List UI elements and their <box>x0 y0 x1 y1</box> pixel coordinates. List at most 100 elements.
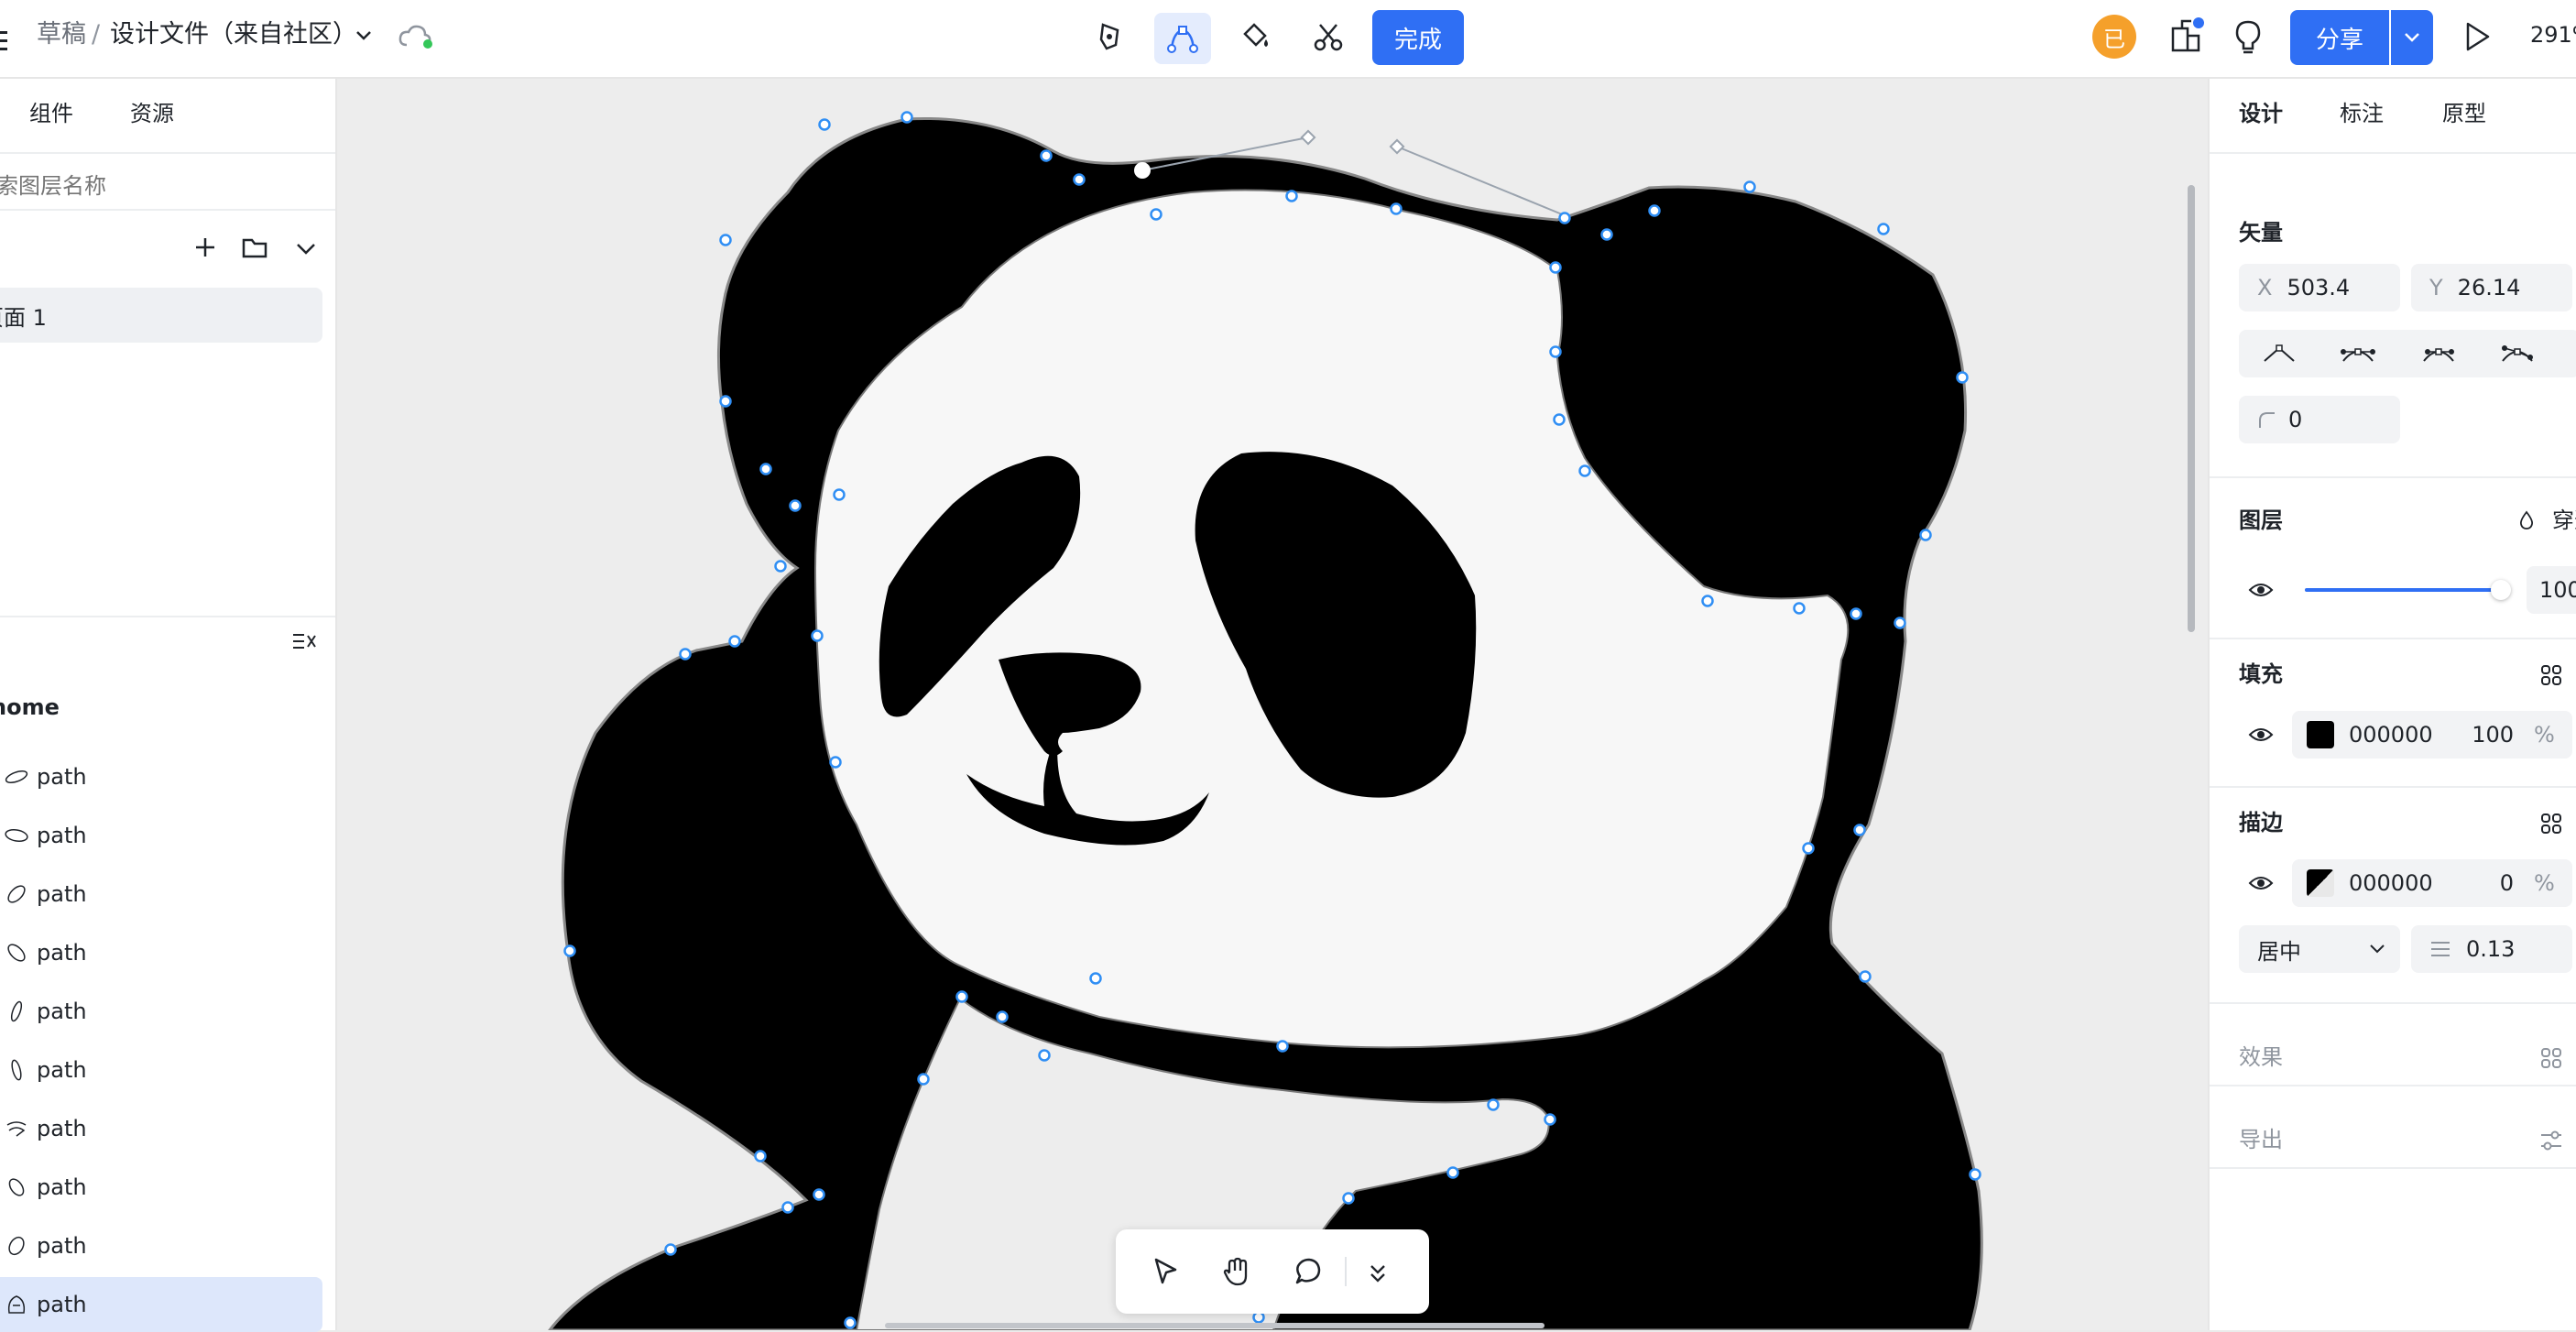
anchor-point[interactable] <box>1894 617 1906 629</box>
anchor-point[interactable] <box>1600 228 1613 241</box>
lightbulb-icon[interactable] <box>2228 16 2268 57</box>
anchor-point[interactable] <box>1956 371 1969 384</box>
anchor-point[interactable] <box>1285 190 1298 202</box>
anchor-point[interactable] <box>1549 261 1562 274</box>
effects-grid-icon[interactable] <box>2538 1044 2565 1072</box>
mirrored-node-icon[interactable] <box>2336 337 2380 370</box>
straight-node-icon[interactable] <box>2257 337 2301 370</box>
canvas[interactable] <box>337 79 2208 1330</box>
fill-style-grid-icon[interactable] <box>2538 661 2565 689</box>
layer-row[interactable]: path <box>0 1043 322 1097</box>
anchor-point[interactable] <box>728 635 741 648</box>
stroke-style-grid-icon[interactable] <box>2538 810 2565 837</box>
layer-row[interactable]: path <box>0 749 322 804</box>
anchor-point[interactable] <box>1919 529 1932 541</box>
anchor-point[interactable] <box>1150 208 1162 221</box>
export-settings-icon[interactable] <box>2538 1127 2565 1154</box>
layer-row-selected[interactable]: path <box>0 1277 322 1332</box>
anchor-point[interactable] <box>901 111 913 124</box>
share-button[interactable]: 分享 <box>2290 10 2389 65</box>
anchor-point[interactable] <box>1701 595 1714 607</box>
anchor-point[interactable] <box>1038 1049 1051 1062</box>
anchor-point[interactable] <box>818 118 831 131</box>
selected-anchor-point[interactable] <box>1134 162 1151 179</box>
anchor-point[interactable] <box>1276 1040 1289 1053</box>
anchor-point[interactable] <box>1342 1192 1355 1205</box>
anchor-point[interactable] <box>1578 464 1591 477</box>
layer-group[interactable]: home <box>0 680 322 735</box>
stroke-align-select[interactable]: 居中 <box>2239 925 2400 973</box>
anchor-point[interactable] <box>1252 1311 1265 1324</box>
layer-row[interactable]: path <box>0 1101 322 1156</box>
anchor-point[interactable] <box>774 560 787 573</box>
breadcrumb-root[interactable]: 草稿 <box>37 18 86 51</box>
anchor-point[interactable] <box>1089 972 1102 985</box>
collapse-pages-chevron-icon[interactable] <box>291 235 321 264</box>
fill-color-swatch[interactable] <box>2307 721 2334 748</box>
anchor-point[interactable] <box>781 1201 794 1214</box>
pen-tool-icon[interactable] <box>1090 16 1130 57</box>
anchor-point[interactable] <box>664 1243 677 1256</box>
opacity-field[interactable]: 100% <box>2527 566 2576 614</box>
file-title[interactable]: 设计文件（来自社区） <box>110 18 357 51</box>
anchor-point[interactable] <box>1487 1098 1500 1111</box>
blend-mode-value[interactable]: 穿透 <box>2552 506 2576 535</box>
hand-tool-icon[interactable] <box>1217 1251 1257 1292</box>
zoom-level[interactable]: 291% <box>2530 18 2576 51</box>
anchor-point[interactable] <box>1969 1168 1981 1181</box>
add-page-icon[interactable] <box>191 233 220 262</box>
layer-row[interactable]: path <box>0 984 322 1039</box>
anchor-point[interactable] <box>1793 602 1806 615</box>
anchor-point[interactable] <box>1877 223 1890 235</box>
vertical-scrollbar[interactable] <box>2188 185 2195 632</box>
anchor-point[interactable] <box>563 944 576 957</box>
tab-prototype[interactable]: 原型 <box>2442 99 2486 128</box>
layer-row[interactable]: path <box>0 808 322 863</box>
layer-row[interactable]: path <box>0 925 322 980</box>
anchor-point[interactable] <box>1850 607 1862 620</box>
anchor-point[interactable] <box>917 1073 930 1086</box>
stroke-width-field[interactable]: 0.13 <box>2411 925 2572 973</box>
eye-icon[interactable] <box>2244 870 2277 896</box>
stroke-color-swatch[interactable] <box>2307 869 2334 897</box>
page-item[interactable]: 页面 1 <box>0 288 322 343</box>
anchor-point[interactable] <box>789 499 802 512</box>
eye-icon[interactable] <box>2244 577 2277 603</box>
more-tools-chevron-icon[interactable] <box>1359 1255 1396 1292</box>
bezier-handle-point[interactable] <box>1389 138 1405 155</box>
avatar[interactable]: 已 <box>2092 15 2136 59</box>
anchor-point[interactable] <box>759 463 772 475</box>
done-button[interactable]: 完成 <box>1372 10 1464 65</box>
tab-assets[interactable]: 资源 <box>130 99 174 128</box>
play-icon[interactable] <box>2459 18 2495 55</box>
anchor-point[interactable] <box>719 395 732 408</box>
panda-vector-artwork[interactable] <box>337 79 2208 1330</box>
plugin-icon[interactable] <box>2166 13 2206 59</box>
stroke-color-field[interactable]: 000000 0 % <box>2292 859 2572 907</box>
anchor-point[interactable] <box>955 990 968 1003</box>
layer-search-input[interactable] <box>0 163 324 209</box>
anchor-point[interactable] <box>833 488 846 501</box>
asymmetric-node-icon[interactable] <box>2417 337 2461 370</box>
corner-radius-field[interactable]: 0 <box>2239 396 2400 443</box>
blend-mode-icon[interactable] <box>2516 508 2538 533</box>
layer-row[interactable]: path <box>0 1160 322 1215</box>
chevron-down-icon[interactable] <box>352 24 376 48</box>
anchor-point[interactable] <box>719 234 732 246</box>
menu-icon[interactable] <box>0 27 9 53</box>
layer-row[interactable]: path <box>0 1218 322 1273</box>
anchor-point[interactable] <box>829 756 842 769</box>
paint-bucket-icon[interactable] <box>1235 16 1275 57</box>
horizontal-scrollbar[interactable] <box>885 1323 1545 1328</box>
bezier-handle-point[interactable] <box>1300 129 1316 146</box>
opacity-slider-thumb[interactable] <box>2491 580 2511 600</box>
select-cursor-icon[interactable] <box>1145 1251 1185 1292</box>
anchor-point[interactable] <box>1073 173 1086 186</box>
disconnected-node-icon[interactable] <box>2495 337 2539 370</box>
anchor-point[interactable] <box>1743 180 1756 193</box>
comment-icon[interactable] <box>1288 1251 1328 1292</box>
y-field[interactable]: Y 26.14 <box>2411 264 2572 311</box>
anchor-point[interactable] <box>1553 413 1566 426</box>
layer-row[interactable]: path <box>0 867 322 922</box>
anchor-point[interactable] <box>1853 824 1866 836</box>
